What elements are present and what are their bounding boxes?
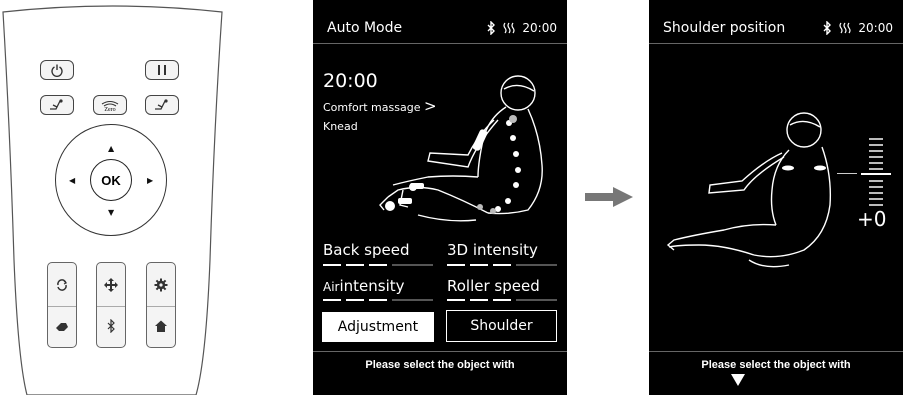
hand-button[interactable] <box>48 304 76 347</box>
footer-divider <box>313 351 567 352</box>
heat-icon <box>839 22 852 34</box>
recline-icon <box>155 99 168 110</box>
down-triangle-icon[interactable] <box>731 374 745 386</box>
status-bar: Shoulder position 20:00 <box>649 0 903 44</box>
bluetooth-button[interactable] <box>97 304 125 347</box>
zero-gravity-icon <box>101 100 119 106</box>
recline-icon <box>50 99 63 110</box>
power-button[interactable] <box>40 60 74 80</box>
home-button[interactable] <box>147 304 175 347</box>
status-group: 20:00 <box>486 21 557 35</box>
right-arrow-icon[interactable]: ▶ <box>147 177 153 185</box>
heat-icon <box>503 22 516 34</box>
bluetooth-icon <box>823 21 832 35</box>
recline-back-button[interactable] <box>40 95 74 115</box>
air-intensity-label: Airintensity <box>323 277 405 295</box>
back-speed-label: Back speed <box>323 241 410 259</box>
air-intensity-text: intensity <box>339 277 405 295</box>
power-icon <box>51 64 63 77</box>
settings-button[interactable] <box>147 263 175 307</box>
move-pill <box>96 262 126 348</box>
mode-pill <box>47 262 77 348</box>
bluetooth-icon <box>107 318 115 333</box>
cycle-button[interactable] <box>48 263 76 307</box>
3d-intensity-label: 3D intensity <box>447 241 538 259</box>
clock-text: 20:00 <box>522 21 557 35</box>
settings-pill <box>146 262 176 348</box>
zero-label: Zero <box>104 106 116 113</box>
recline-forward-button[interactable] <box>145 95 179 115</box>
bluetooth-icon <box>487 21 496 35</box>
shoulder-position-screen: Shoulder position 20:00 +0 Please select… <box>649 0 903 395</box>
status-group: 20:00 <box>822 21 893 35</box>
auto-mode-screen: Auto Mode 20:00 20:00 Comfort massage > … <box>313 0 567 395</box>
direction-pad: ▲ ▼ ◀ ▶ OK <box>55 124 167 236</box>
pause-button[interactable] <box>145 60 179 80</box>
footer-hint: Please select the object with <box>365 359 515 371</box>
down-arrow-icon[interactable]: ▼ <box>108 209 114 217</box>
zero-gravity-button[interactable]: Zero <box>93 95 127 115</box>
home-icon <box>155 320 167 332</box>
footer-divider <box>649 351 903 352</box>
footer-hint: Please select the object with <box>701 359 851 371</box>
air-prefix: Air <box>323 280 340 294</box>
cycle-icon <box>57 278 68 291</box>
shoulder-position-value: +0 <box>857 207 887 231</box>
move-arrows-icon <box>104 277 118 292</box>
right-arrow-icon <box>585 187 633 207</box>
adjustment-button[interactable]: Adjustment <box>322 312 434 342</box>
screen-title: Auto Mode <box>327 20 403 36</box>
remote-control: Zero ▲ ▼ ◀ ▶ OK <box>0 0 240 395</box>
up-arrow-icon[interactable]: ▲ <box>108 145 114 153</box>
status-bar: Auto Mode 20:00 <box>313 0 567 44</box>
left-arrow-icon[interactable]: ◀ <box>69 177 75 185</box>
shoulder-points <box>782 165 826 171</box>
pause-icon <box>158 65 166 75</box>
roller-speed-label: Roller speed <box>447 277 540 295</box>
clock-text: 20:00 <box>858 21 893 35</box>
technique-name: Knead <box>323 120 358 133</box>
gear-icon <box>154 278 168 291</box>
screen-title: Shoulder position <box>663 20 786 36</box>
body-figure-illustration <box>666 112 832 268</box>
shoulder-button[interactable]: Shoulder <box>446 310 557 342</box>
move-button[interactable] <box>97 263 125 307</box>
hand-icon <box>56 322 68 331</box>
body-figure-illustration <box>379 75 543 222</box>
ok-button[interactable]: OK <box>90 159 132 201</box>
massage-points <box>495 120 521 212</box>
